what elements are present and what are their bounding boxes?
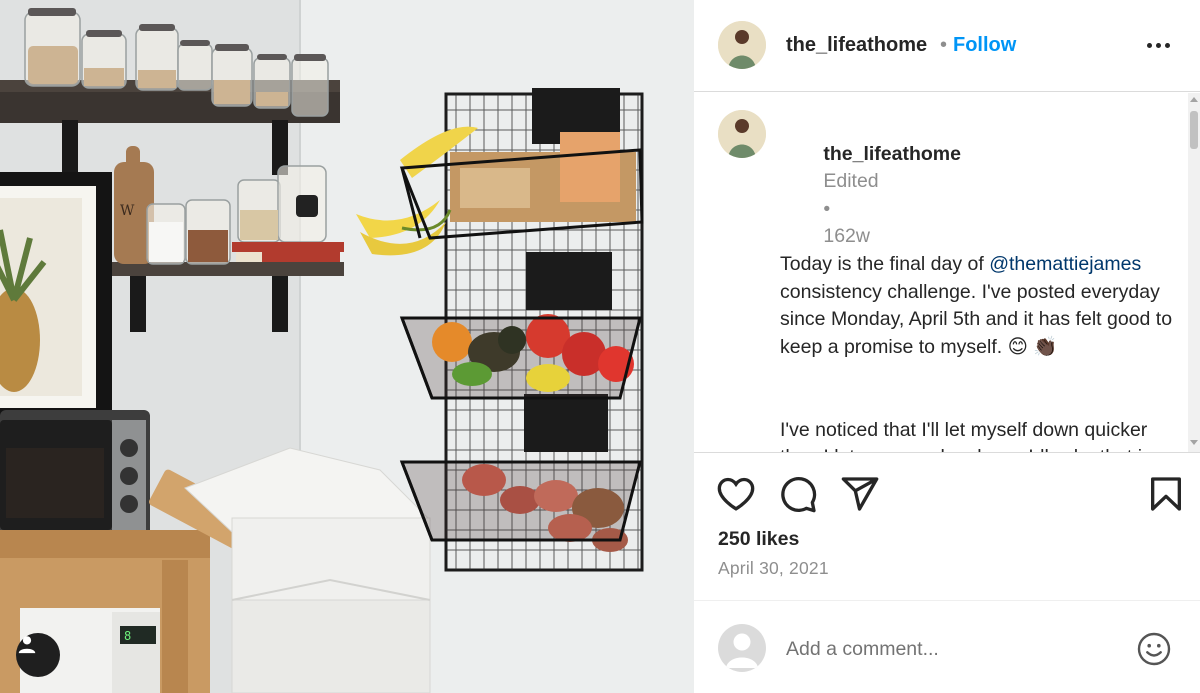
profile-photo [718,21,766,69]
bookmark-icon[interactable] [1146,474,1186,514]
author-avatar[interactable] [718,21,766,69]
more-dot-icon [1146,42,1152,48]
post-sidebar: the_lifeathome • Follow the_lifeathome E… [694,0,1200,693]
comment-input[interactable] [786,631,1116,667]
follow-button[interactable]: Follow [953,34,1016,57]
more-dot-icon [1155,42,1161,48]
mention-link[interactable]: @themattiejames [989,253,1141,275]
add-comment-bar [694,600,1200,693]
more-dot-icon [1164,42,1170,48]
post-image[interactable]: W 8 [0,0,694,693]
more-options-button[interactable] [1138,30,1178,60]
send-icon[interactable] [840,474,880,514]
post-photo-illustration: W 8 [0,0,694,693]
scrollbar-thumb[interactable] [1190,111,1198,149]
user-icon [18,636,36,654]
comments-scrollbar[interactable] [1188,93,1200,452]
caption-author-avatar[interactable] [718,110,766,158]
heart-icon[interactable] [716,474,756,514]
post-actions [694,470,1200,516]
scroll-up-icon[interactable] [1190,97,1198,102]
comment-icon[interactable] [778,474,818,514]
default-user-icon [726,633,758,668]
tagged-users-button[interactable] [16,633,60,677]
header-separator: • [940,34,948,56]
author-username[interactable]: the_lifeathome [786,34,927,57]
post-header: the_lifeathome • Follow [694,0,1200,92]
post-caption: the_lifeathome Edited • 162w Today is the… [780,113,1180,452]
svg-text:W: W [120,203,135,219]
viewer-avatar [718,624,766,672]
caption-paragraph-2: I've noticed that I'll let myself down q… [780,418,1157,452]
edited-label: Edited [823,170,879,193]
likes-count[interactable]: 250 likes [718,528,799,551]
caption-username[interactable]: the_lifeathome [823,143,961,165]
scroll-down-icon[interactable] [1190,440,1198,445]
post-age[interactable]: 162w [823,225,870,247]
comments-section[interactable]: the_lifeathome Edited • 162w Today is the… [694,93,1200,453]
profile-photo [718,110,766,158]
smiley-icon[interactable] [1136,631,1172,667]
svg-text:8: 8 [124,629,131,643]
post-date[interactable]: April 30, 2021 [718,558,829,579]
caption-separator: • [823,197,831,220]
caption-text-before: Today is the final day of [780,252,990,275]
